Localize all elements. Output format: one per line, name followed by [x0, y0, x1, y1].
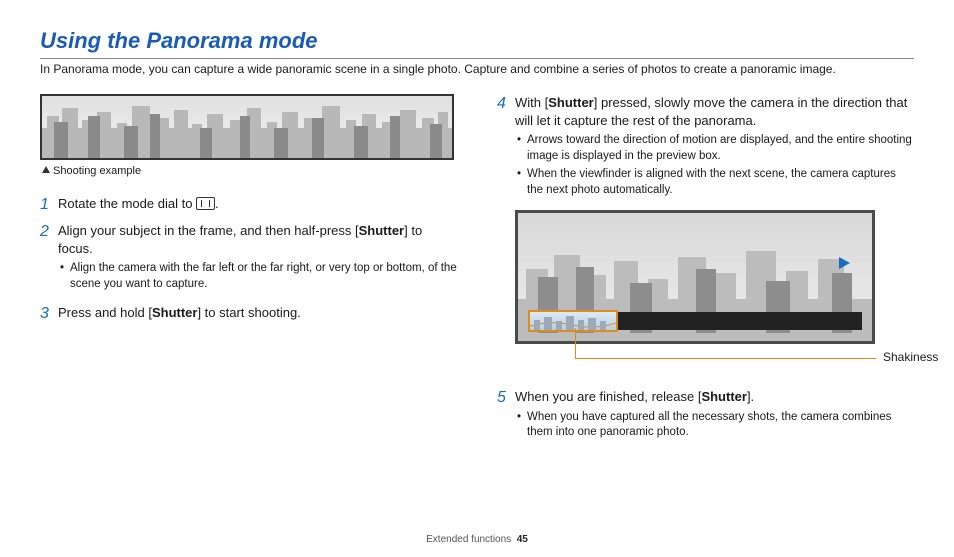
page-title: Using the Panorama mode — [40, 28, 914, 54]
step-3: 3 Press and hold [Shutter] to start shoo… — [40, 304, 457, 323]
step-5: 5 When you are finished, release [Shutte… — [497, 388, 914, 445]
step-number: 3 — [40, 304, 58, 323]
step-text: With [Shutter] pressed, slowly move the … — [515, 94, 914, 202]
step-number: 5 — [497, 388, 515, 445]
step-text: Align your subject in the frame, and the… — [58, 222, 457, 296]
panorama-mode-icon — [196, 197, 215, 210]
shakiness-label: Shakiness — [883, 350, 938, 364]
right-column: 4 With [Shutter] pressed, slowly move th… — [497, 94, 914, 453]
step-4: 4 With [Shutter] pressed, slowly move th… — [497, 94, 914, 202]
triangle-up-icon — [42, 166, 50, 173]
step-1: 1 Rotate the mode dial to . — [40, 195, 457, 214]
content-columns: Shooting example 1 Rotate the mode dial … — [40, 94, 914, 453]
step-number: 1 — [40, 195, 58, 214]
step-text: Rotate the mode dial to . — [58, 195, 457, 214]
callout-line — [575, 328, 876, 359]
preview-frame — [515, 210, 875, 344]
step-text: Press and hold [Shutter] to start shooti… — [58, 304, 457, 323]
left-column: Shooting example 1 Rotate the mode dial … — [40, 94, 457, 453]
step-bullet: Arrows toward the direction of motion ar… — [515, 133, 914, 164]
step-text: When you are finished, release [Shutter]… — [515, 388, 914, 445]
step-bullet: When the viewfinder is aligned with the … — [515, 167, 914, 198]
page-footer: Extended functions 45 — [0, 534, 954, 545]
step-2: 2 Align your subject in the frame, and t… — [40, 222, 457, 296]
step-bullet: When you have captured all the necessary… — [515, 410, 914, 441]
direction-arrow-icon — [839, 257, 850, 269]
panorama-example-image — [40, 94, 454, 160]
step-bullet: Align the camera with the far left or th… — [58, 261, 457, 292]
title-rule — [40, 58, 914, 59]
step-number: 4 — [497, 94, 515, 202]
example-caption: Shooting example — [42, 165, 457, 177]
step-number: 2 — [40, 222, 58, 296]
preview-illustration: Shakiness — [515, 210, 875, 344]
intro-text: In Panorama mode, you can capture a wide… — [40, 62, 914, 76]
